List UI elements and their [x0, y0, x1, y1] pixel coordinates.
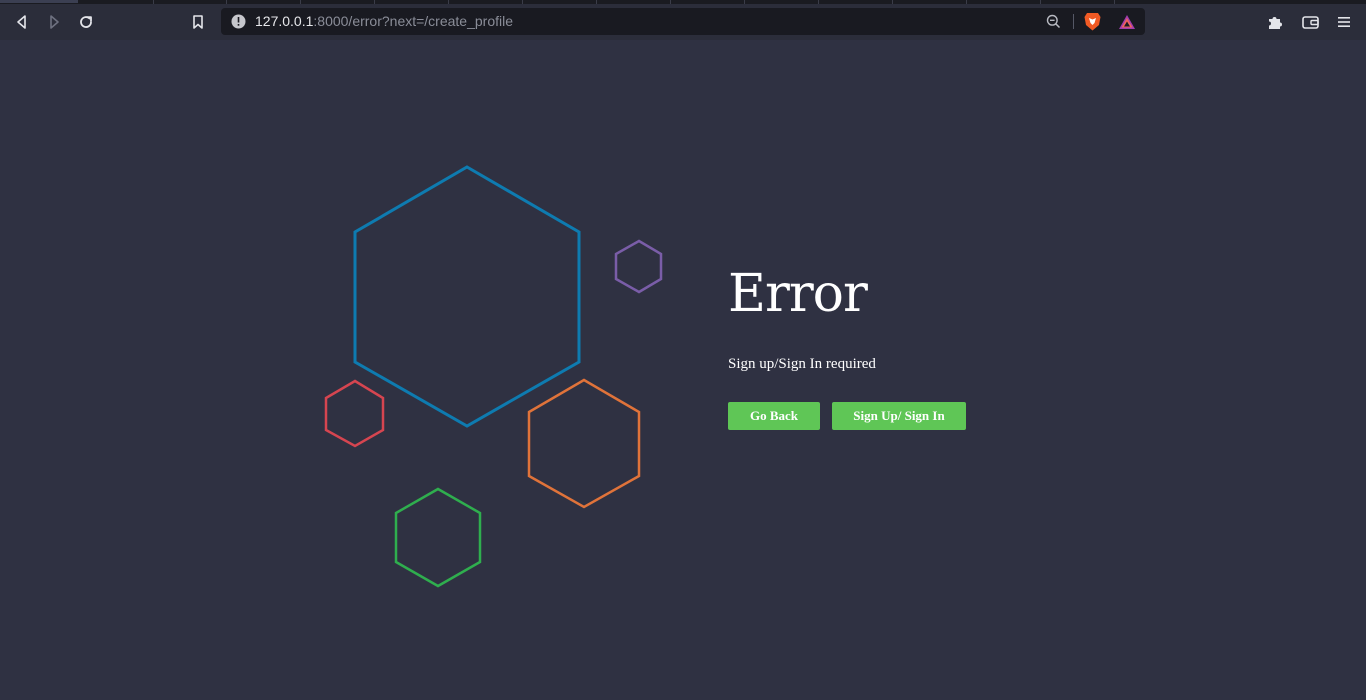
- sign-up-sign-in-button[interactable]: Sign Up/ Sign In: [832, 402, 966, 430]
- tab-separator: [596, 0, 597, 4]
- hexagon-illustration: [324, 165, 663, 588]
- tab-separator: [744, 0, 745, 4]
- zoom-icon[interactable]: [1046, 14, 1061, 33]
- tab-separator: [153, 0, 154, 4]
- warning-info-icon[interactable]: [231, 14, 246, 33]
- hexagon-blue-icon: [353, 165, 581, 428]
- tab-separator: [1114, 0, 1115, 4]
- url-host: 127.0.0.1: [255, 13, 314, 29]
- error-message: Sign up/Sign In required: [728, 356, 876, 372]
- tab-separator: [892, 0, 893, 4]
- browser-toolbar: 127.0.0.1:8000/error?next=/create_profil…: [0, 4, 1366, 40]
- brave-rewards-icon[interactable]: [1118, 14, 1136, 34]
- wallet-icon[interactable]: [1298, 10, 1322, 34]
- go-back-button[interactable]: Go Back: [728, 402, 820, 430]
- brave-shield-icon[interactable]: [1084, 12, 1101, 35]
- hamburger-menu-icon[interactable]: [1332, 10, 1356, 34]
- urlbar-divider: [1073, 14, 1074, 29]
- back-arrow-icon[interactable]: [10, 10, 34, 34]
- tab-separator: [670, 0, 671, 4]
- error-page: Error Sign up/Sign In required Go Back S…: [0, 40, 1366, 700]
- active-tab-indicator[interactable]: [0, 0, 78, 3]
- url-path: :8000/error?next=/create_profile: [313, 13, 514, 29]
- tab-separator: [448, 0, 449, 4]
- tab-separator: [374, 0, 375, 4]
- tab-separator: [522, 0, 523, 4]
- address-bar[interactable]: 127.0.0.1:8000/error?next=/create_profil…: [221, 8, 1145, 35]
- hexagon-purple-icon: [614, 239, 663, 294]
- tab-separator: [226, 0, 227, 4]
- tab-separator: [300, 0, 301, 4]
- hexagon-orange-icon: [527, 378, 641, 509]
- tab-separator: [818, 0, 819, 4]
- reload-icon[interactable]: [74, 10, 98, 34]
- puzzle-extensions-icon[interactable]: [1263, 10, 1287, 34]
- bookmark-icon[interactable]: [186, 10, 210, 34]
- forward-arrow-icon[interactable]: [42, 10, 66, 34]
- tab-separator: [966, 0, 967, 4]
- url-text[interactable]: 127.0.0.1:8000/error?next=/create_profil…: [255, 8, 513, 35]
- hexagon-green-icon: [394, 487, 482, 588]
- error-title: Error: [728, 264, 868, 324]
- tab-separator: [1040, 0, 1041, 4]
- hexagon-red-icon: [324, 379, 385, 448]
